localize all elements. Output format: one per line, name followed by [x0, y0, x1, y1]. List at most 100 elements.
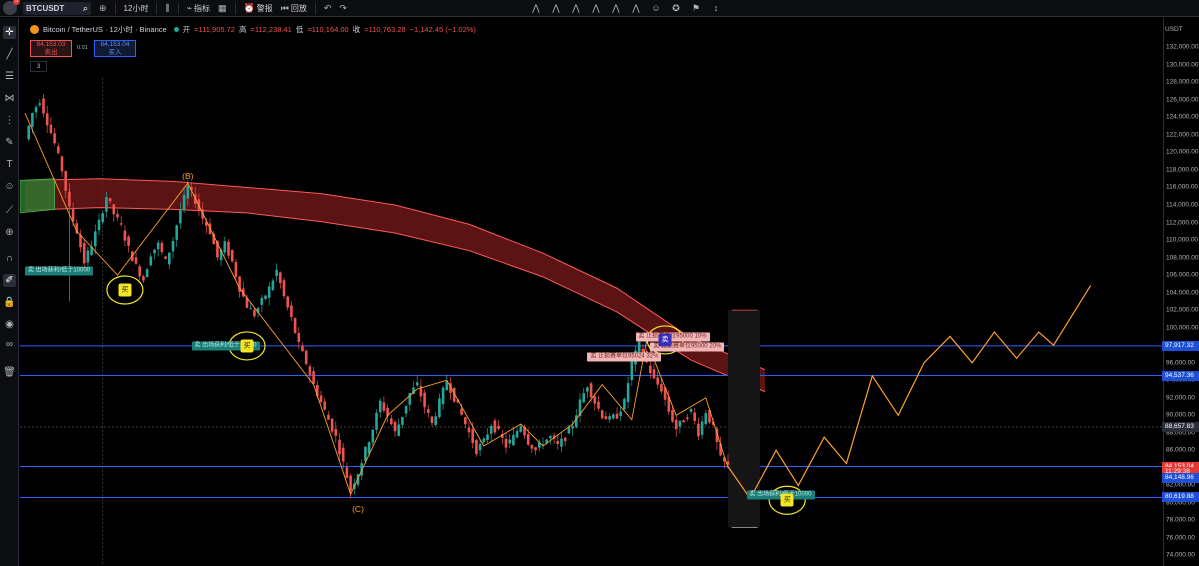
candle-body	[512, 434, 515, 446]
alarm-clock-icon: ⏰	[243, 2, 255, 13]
candle-body	[279, 272, 282, 284]
candle-body	[334, 428, 338, 436]
chart-type-icon[interactable]: ⫼	[165, 3, 169, 14]
indicators-button[interactable]: ⌁ 指标	[187, 3, 210, 14]
candle-body	[508, 439, 511, 444]
trade-marker: 买	[118, 283, 132, 297]
order-annotation: 卖 出场获利/低于10000	[25, 266, 94, 276]
candle-body	[704, 412, 708, 424]
buy-button[interactable]: 84,153.04 买入	[94, 40, 136, 57]
replay-label: 回放	[290, 3, 307, 13]
candle-body	[682, 420, 685, 423]
price-chart[interactable]	[20, 18, 1162, 566]
measure-icon[interactable]: ↕	[710, 2, 722, 14]
candle-body	[630, 361, 634, 381]
crosshair-icon[interactable]: ✛	[3, 26, 16, 39]
candle-body	[504, 438, 508, 448]
toolbar-divider	[234, 2, 236, 14]
indicator-toggle[interactable]: 3	[30, 61, 47, 72]
candle-body	[31, 112, 34, 127]
trade-marker: 买	[240, 339, 254, 353]
candle-body	[319, 395, 323, 402]
candle-body	[179, 209, 182, 224]
axis-tick-label: 118,000.00	[1166, 166, 1199, 174]
pattern-icon[interactable]: ⋀	[530, 2, 542, 14]
candle-body	[171, 241, 175, 252]
layout-grid-icon[interactable]: ▦	[218, 3, 227, 14]
ruler-icon[interactable]: ⟋	[3, 204, 16, 217]
candle-body	[438, 398, 441, 418]
axis-tick-label: 78,000.00	[1166, 516, 1195, 524]
candle-body	[164, 256, 167, 259]
replay-icon: ⏮	[280, 2, 289, 13]
pattern-icon[interactable]: ⋀	[570, 2, 582, 14]
sell-button[interactable]: 84,153.03 卖出	[30, 40, 72, 57]
candle-body	[586, 387, 589, 392]
horizontal-lines-icon[interactable]: ☰	[3, 70, 16, 83]
chart-title[interactable]: Bitcoin / TetherUS · 12小时 · Binance	[43, 24, 167, 35]
undo-icon[interactable]: ↶	[324, 3, 332, 14]
toolbar-divider	[114, 2, 116, 14]
candle-body	[45, 113, 49, 126]
lock-icon[interactable]: 🔒	[3, 296, 16, 309]
candle-body	[467, 427, 471, 433]
candle-body	[290, 305, 293, 317]
candle-body	[393, 421, 397, 432]
magnet-icon[interactable]: ∩	[3, 252, 16, 265]
candle-body	[375, 412, 378, 430]
buy-price: 84,153.04	[100, 41, 130, 48]
candle-body	[390, 418, 393, 425]
change-value: −1,142.45 (−1.02%)	[409, 25, 476, 34]
candle-body	[49, 124, 53, 134]
cloud-green-segment	[20, 178, 55, 214]
link-icon[interactable]: ∞	[3, 338, 16, 351]
candle-body	[415, 382, 419, 386]
brush-icon[interactable]: ✎	[3, 136, 16, 149]
draw-mode-icon[interactable]: ✐	[3, 274, 16, 287]
text-tool-icon[interactable]: T	[3, 158, 16, 171]
emoji-icon[interactable]: ☺	[3, 180, 16, 193]
axis-tick-label: 112,000.00	[1166, 219, 1199, 227]
interval-button[interactable]: 12小时	[124, 3, 149, 14]
candle-body	[656, 377, 659, 385]
axis-price-label: 84,148.96	[1162, 472, 1199, 483]
emoji-icon[interactable]: ☺	[650, 2, 662, 14]
trend-line-icon[interactable]: ╱	[3, 48, 16, 61]
pattern-toolbar: ⋀ ⋀ ⋀ ⋀ ⋀ ⋀ ☺ ✪ ⚑ ↕	[530, 2, 722, 14]
axis-tick-label: 86,000.00	[1166, 446, 1195, 454]
user-avatar[interactable]: 3	[3, 0, 20, 15]
add-symbol-icon[interactable]: ⊕	[99, 3, 107, 14]
pattern-icon[interactable]: ⋀	[610, 2, 622, 14]
fib-icon[interactable]: ⋮	[3, 114, 16, 127]
candle-body	[600, 410, 604, 419]
alert-button[interactable]: ⏰ 警报	[244, 3, 273, 14]
candle-body	[42, 98, 45, 114]
eye-icon[interactable]: ◉	[3, 318, 16, 331]
trash-icon[interactable]: 🗑	[3, 366, 16, 379]
candle-body	[563, 437, 567, 442]
pattern-icon[interactable]: ⋀	[630, 2, 642, 14]
redo-icon[interactable]: ↷	[339, 3, 347, 14]
pitchfork-icon[interactable]: ⋈	[3, 92, 16, 105]
candle-body	[652, 369, 656, 379]
axis-price-label: 97,917.32	[1162, 340, 1199, 351]
candle-body	[119, 223, 123, 225]
candle-body	[378, 400, 382, 413]
chart-legend: Bitcoin / TetherUS · 12小时 · Binance 开 =11…	[30, 24, 476, 35]
flag-icon[interactable]: ⚑	[690, 2, 702, 14]
pattern-icon[interactable]: ⋀	[550, 2, 562, 14]
candle-body	[101, 213, 104, 223]
candle-body	[60, 156, 64, 172]
candle-body	[660, 384, 663, 392]
symbol-search[interactable]: BTCUSDT ⌕	[23, 1, 91, 15]
candle-body	[182, 194, 186, 210]
candle-body	[71, 208, 75, 222]
replay-button[interactable]: ⏮ 回放	[281, 3, 307, 14]
sell-label: 卖出	[44, 49, 58, 56]
sell-price: 84,153.03	[36, 41, 66, 48]
zoom-icon[interactable]: ⊕	[3, 226, 16, 239]
star-icon[interactable]: ✪	[670, 2, 682, 14]
candle-body	[168, 252, 171, 265]
pattern-icon[interactable]: ⋀	[590, 2, 602, 14]
candle-body	[612, 414, 615, 419]
